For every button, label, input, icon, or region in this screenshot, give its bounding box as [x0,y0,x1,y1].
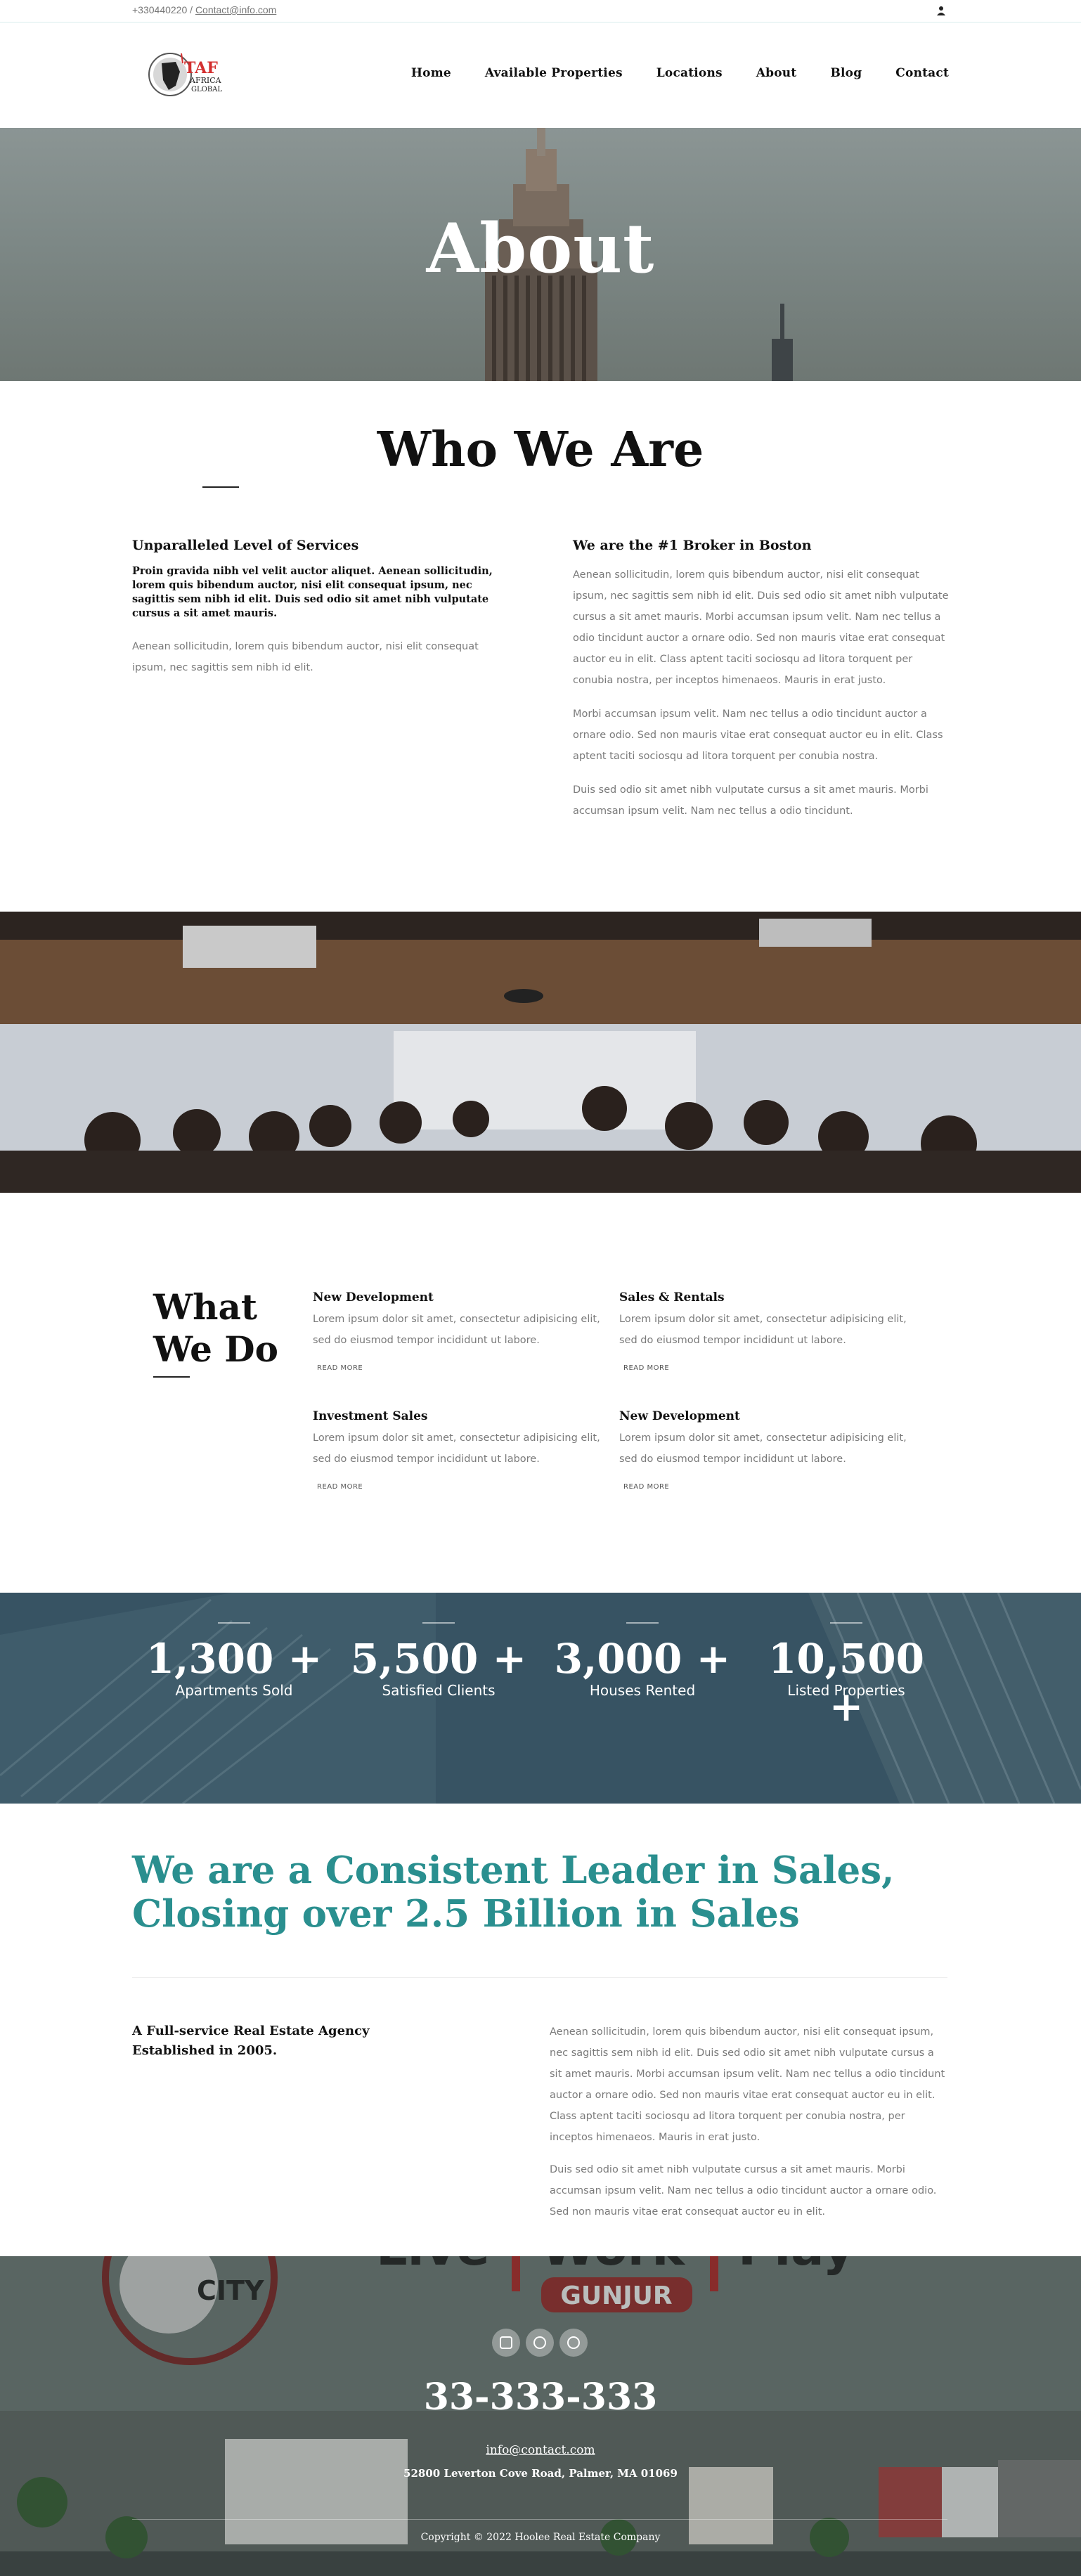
instagram-icon[interactable] [559,2329,588,2357]
stat-divider [626,1622,659,1624]
stat-value: 5,500 + [350,1635,527,1683]
stat-divider [422,1622,455,1624]
stat-label: Listed Properties [787,1682,905,1699]
nav-contact[interactable]: Contact [895,66,949,80]
service-card: Investment Sales Lorem ipsum dolor sit a… [313,1409,608,1492]
what-we-do-title: What We Do [153,1286,278,1371]
site-footer: CITY Live Work Play GUNJUR 33-333-333 in… [0,2256,1081,2576]
broker-heading: We are the #1 Broker in Boston [573,538,812,553]
stat-label: Satisfied Clients [382,1682,496,1699]
instagram-icon[interactable] [526,2329,554,2357]
leader-title-line1: We are a Consistent Leader in Sales, [132,1849,895,1892]
top-separator: / [187,4,195,15]
footer-divider [132,2519,947,2520]
copyright-text: Copyright © 2022 Hoolee Real Estate Comp… [420,2532,661,2543]
broker-text-2: Morbi accumsan ipsum velit. Nam nec tell… [573,708,943,762]
facebook-icon[interactable] [492,2329,520,2357]
leader-title-line2: Closing over 2.5 Billion in Sales [132,1892,800,1936]
nav-home[interactable]: Home [411,66,451,80]
services-heading: Unparalleled Level of Services [132,538,359,553]
service-text: Lorem ipsum dolor sit amet, consectetur … [313,1432,600,1465]
user-icon[interactable] [936,5,947,16]
service-card: New Development Lorem ipsum dolor sit am… [313,1290,608,1373]
top-bar: +330440220 / Contact@info.com [0,0,1081,22]
services-bold-text: Proin gravida nibh vel velit auctor aliq… [132,565,493,619]
footer-email[interactable]: info@contact.com [0,2443,1081,2457]
stats-band: 1,300 + Apartments Sold 5,500 + Satisfie… [0,1593,1081,1804]
read-more-link[interactable]: READ MORE [317,1483,363,1491]
site-logo[interactable]: TAF AFRICA GLOBAL [148,44,239,104]
service-text: Lorem ipsum dolor sit amet, consectetur … [619,1314,907,1346]
leader-divider [132,1977,947,1978]
stat-label: Houses Rented [589,1682,696,1699]
stat-divider [218,1622,250,1624]
hero-title: About [426,209,655,288]
nav-about[interactable]: About [756,66,797,80]
service-title: New Development [313,1290,434,1305]
agency-tagline: A Full-service Real Estate Agency Establ… [132,2021,413,2061]
services-text: Aenean sollicitudin, lorem quis bibendum… [132,641,479,673]
stat-label: Apartments Sold [175,1682,293,1699]
who-left-column: Unparalleled Level of Services Proin gra… [132,538,505,691]
nav-available-properties[interactable]: Available Properties [485,66,623,80]
top-contact: +330440220 / Contact@info.com [132,4,276,15]
service-title: Sales & Rentals [619,1290,725,1305]
about-hero: About [0,128,1081,381]
broker-text-3: Duis sed odio sit amet nibh vulputate cu… [573,784,928,817]
site-header: TAF AFRICA GLOBAL Home Available Propert… [0,22,1081,128]
footer-phone[interactable]: 33-333-333 [0,2376,1081,2419]
service-text: Lorem ipsum dolor sit amet, consectetur … [313,1314,600,1346]
broker-text-1: Aenean sollicitudin, lorem quis bibendum… [573,569,949,686]
meeting-image [0,912,1081,1193]
footer-address: 52800 Leverton Cove Road, Palmer, MA 010… [403,2467,678,2480]
service-text: Lorem ipsum dolor sit amet, consectetur … [619,1432,907,1465]
nav-blog[interactable]: Blog [830,66,862,80]
top-email-link[interactable]: Contact@info.com [195,4,276,15]
stat-value: 3,000 + [554,1635,731,1683]
stat-value: 1,300 + [145,1635,323,1683]
read-more-link[interactable]: READ MORE [317,1364,363,1372]
service-title: Investment Sales [313,1409,428,1423]
logo-line2: GLOBAL [191,86,222,93]
read-more-link[interactable]: READ MORE [623,1483,669,1491]
agency-line2: Established in 2005. [132,2043,278,2058]
leader-title: We are a Consistent Leader in Sales, Clo… [132,1849,976,1936]
logo-brand: TAF [184,59,218,77]
stat-divider [830,1622,862,1624]
leader-text-2: Duis sed odio sit amet nibh vulputate cu… [550,2164,937,2218]
service-card: New Development Lorem ipsum dolor sit am… [619,1409,914,1492]
leader-text-1: Aenean sollicitudin, lorem quis bibendum… [550,2026,945,2143]
main-nav: Home Available Properties Locations Abou… [411,66,949,80]
logo-line1: AFRICA [189,76,222,85]
who-right-column: We are the #1 Broker in Boston Aenean so… [573,538,949,834]
nav-locations[interactable]: Locations [656,66,723,80]
title-divider [202,486,239,488]
service-card: Sales & Rentals Lorem ipsum dolor sit am… [619,1290,914,1373]
who-we-are-title: Who We Are [377,422,704,478]
leader-text-column: Aenean sollicitudin, lorem quis bibendum… [550,2021,949,2234]
what-we-do-line2: We Do [153,1328,279,1370]
agency-line1: A Full-service Real Estate Agency [132,2024,370,2038]
top-phone: +330440220 [132,4,188,15]
what-we-do-line1: What [153,1286,257,1328]
read-more-link[interactable]: READ MORE [623,1364,669,1372]
service-title: New Development [619,1409,740,1423]
what-we-do-divider [153,1376,190,1378]
